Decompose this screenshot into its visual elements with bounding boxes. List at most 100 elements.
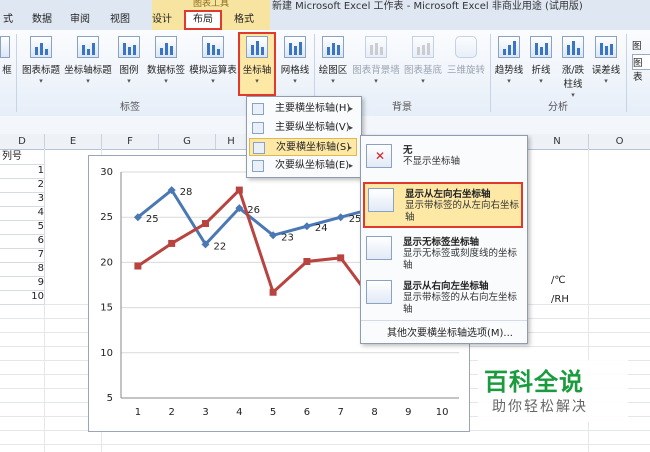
menu-item-primary-vertical-axis[interactable]: 主要纵坐标轴(V) ▸: [249, 119, 357, 137]
list-item[interactable]: 5: [0, 220, 45, 235]
axes-label: 坐标轴: [242, 65, 272, 76]
list-item[interactable]: 6: [0, 234, 45, 249]
up-down-bars-button[interactable]: 涨/跌柱线 ▾: [556, 34, 590, 99]
list-item[interactable]: 9: [0, 276, 45, 291]
chevron-down-icon: ▾: [374, 77, 378, 85]
trendline-button[interactable]: 趋势线 ▾: [492, 34, 526, 94]
x-tick-label: 7: [338, 407, 344, 418]
data-labels-icon: [155, 36, 177, 58]
chevron-down-icon: ▾: [255, 77, 259, 85]
submenu-item-none[interactable]: ✕ 无 不显示坐标轴: [363, 140, 523, 174]
column-header-d[interactable]: D: [0, 134, 45, 149]
right-to-left-axis-icon: [366, 280, 392, 304]
list-item[interactable]: 10: [0, 290, 45, 305]
axes-button[interactable]: 坐标轴 ▾: [238, 32, 276, 96]
list-item[interactable]: 2: [0, 178, 45, 193]
column-header-e[interactable]: E: [45, 134, 102, 149]
submenu-item-right-to-left[interactable]: 显示从右向左坐标轴 显示带标签的从右向左坐标轴: [363, 276, 523, 318]
data-table-icon: [202, 36, 224, 58]
more-axis-options-link[interactable]: 其他次要横坐标轴选项(M)...: [387, 324, 513, 339]
x-tick-label: 10: [436, 407, 449, 418]
tab-formula[interactable]: 式: [0, 12, 16, 28]
column-header-g[interactable]: G: [159, 134, 216, 149]
list-header-cell[interactable]: 列号: [0, 150, 45, 165]
submenu-item-desc: 显示无标签或刻度线的坐标轴: [403, 248, 518, 271]
tab-review[interactable]: 审阅: [66, 12, 94, 28]
chevron-down-icon: ▾: [164, 77, 168, 85]
axis-icon: [252, 122, 264, 134]
tab-design[interactable]: 设计: [148, 12, 176, 28]
3d-rotation-label: 三维旋转: [446, 65, 485, 76]
chart-wall-icon: [365, 36, 387, 58]
menu-item-primary-horizontal-axis[interactable]: 主要横坐标轴(H) ▸: [249, 100, 357, 118]
y-tick-label: 30: [100, 167, 113, 178]
y-tick-label: 15: [100, 303, 113, 314]
list-item[interactable]: 7: [0, 248, 45, 263]
column-header-o[interactable]: O: [589, 134, 650, 149]
data-point: [168, 239, 176, 247]
data-table-button[interactable]: 模拟运算表 ▾: [188, 34, 238, 94]
chart-title-button[interactable]: 图表标题 ▾: [20, 34, 62, 94]
list-item[interactable]: 1: [0, 164, 45, 179]
data-label: 25: [146, 214, 159, 225]
chart-tools-label: 图表工具: [192, 0, 229, 9]
list-item[interactable]: 3: [0, 192, 45, 207]
gridlines-label: 网格线: [280, 65, 310, 76]
column-header-n[interactable]: N: [526, 134, 589, 149]
submenu-item-title: 显示从右向左坐标轴: [403, 281, 489, 292]
legend-icon: [118, 36, 140, 58]
data-label: 22: [214, 241, 227, 252]
gridlines-button[interactable]: 网格线 ▾: [278, 34, 312, 94]
chart-wall-button[interactable]: 图表背景墙 ▾: [350, 34, 402, 94]
x-tick-label: 3: [202, 407, 208, 418]
lines-button[interactable]: 折线 ▾: [526, 34, 556, 94]
axis-title-label: 坐标轴标题: [64, 65, 112, 76]
column-header-h[interactable]: H: [216, 134, 247, 149]
chevron-down-icon: ▾: [211, 77, 215, 85]
data-label: 24: [315, 223, 328, 234]
watermark-subtitle: 助你轻松解决: [492, 399, 588, 415]
x-tick-label: 6: [304, 407, 310, 418]
gridline: [0, 444, 650, 445]
tab-format[interactable]: 格式: [230, 12, 258, 28]
tab-view[interactable]: 视图: [106, 12, 134, 28]
chevron-right-icon: ▸: [348, 123, 353, 132]
chart-name-field[interactable]: 图表: [632, 54, 650, 83]
x-tick-label: 1: [135, 407, 141, 418]
left-to-right-axis-icon: [368, 188, 394, 212]
data-table-label: 模拟运算表: [189, 65, 237, 76]
submenu-item-desc: 显示带标签的从左向右坐标轴: [405, 200, 520, 223]
x-tick-label: 4: [236, 407, 242, 418]
tab-layout[interactable]: 布局: [184, 10, 222, 30]
list-item[interactable]: 8: [0, 262, 45, 277]
axis-title-button[interactable]: 坐标轴标题 ▾: [62, 34, 114, 94]
frame-icon: [0, 36, 10, 58]
chevron-down-icon: ▾: [331, 77, 335, 85]
menu-item-label: 次要纵坐标轴(E): [275, 160, 350, 171]
frame-button[interactable]: 框: [0, 34, 14, 94]
chevron-down-icon: ▾: [507, 77, 511, 85]
menu-item-secondary-vertical-axis[interactable]: 次要纵坐标轴(E) ▸: [249, 157, 357, 175]
legend-button[interactable]: 图例 ▾: [114, 34, 144, 94]
list-item[interactable]: 4: [0, 206, 45, 221]
column-header-f[interactable]: F: [102, 134, 159, 149]
error-bars-button[interactable]: 误差线 ▾: [590, 34, 622, 94]
submenu-item-no-labels[interactable]: 显示无标签坐标轴 显示无标签或刻度线的坐标轴: [363, 232, 523, 272]
data-label: 28: [180, 187, 193, 198]
data-point: [202, 220, 209, 228]
3d-rotation-button[interactable]: 三维旋转: [444, 34, 488, 94]
window-title: 新建 Microsoft Excel 工作表 - Microsoft Excel…: [272, 1, 583, 12]
tab-data[interactable]: 数据: [28, 12, 56, 28]
menu-item-secondary-horizontal-axis[interactable]: 次要横坐标轴(S) ▸: [249, 138, 357, 156]
plot-area-button[interactable]: 绘图区 ▾: [316, 34, 350, 94]
chart-floor-button[interactable]: 图表基底 ▾: [402, 34, 444, 94]
submenu-item-left-to-right[interactable]: 显示从左向右坐标轴 显示带标签的从左向右坐标轴: [363, 182, 523, 228]
ribbon-tab-strip: 图表工具 新建 Microsoft Excel 工作表 - Microsoft …: [0, 0, 650, 30]
chart-title-label: 图表标题: [21, 65, 60, 76]
submenu-item-title: 无: [403, 145, 413, 156]
data-point: [303, 257, 311, 265]
chevron-down-icon: ▾: [127, 77, 131, 85]
data-labels-button[interactable]: 数据标签 ▾: [144, 34, 188, 94]
data-point: [235, 186, 243, 194]
error-bars-label: 误差线: [591, 65, 621, 76]
